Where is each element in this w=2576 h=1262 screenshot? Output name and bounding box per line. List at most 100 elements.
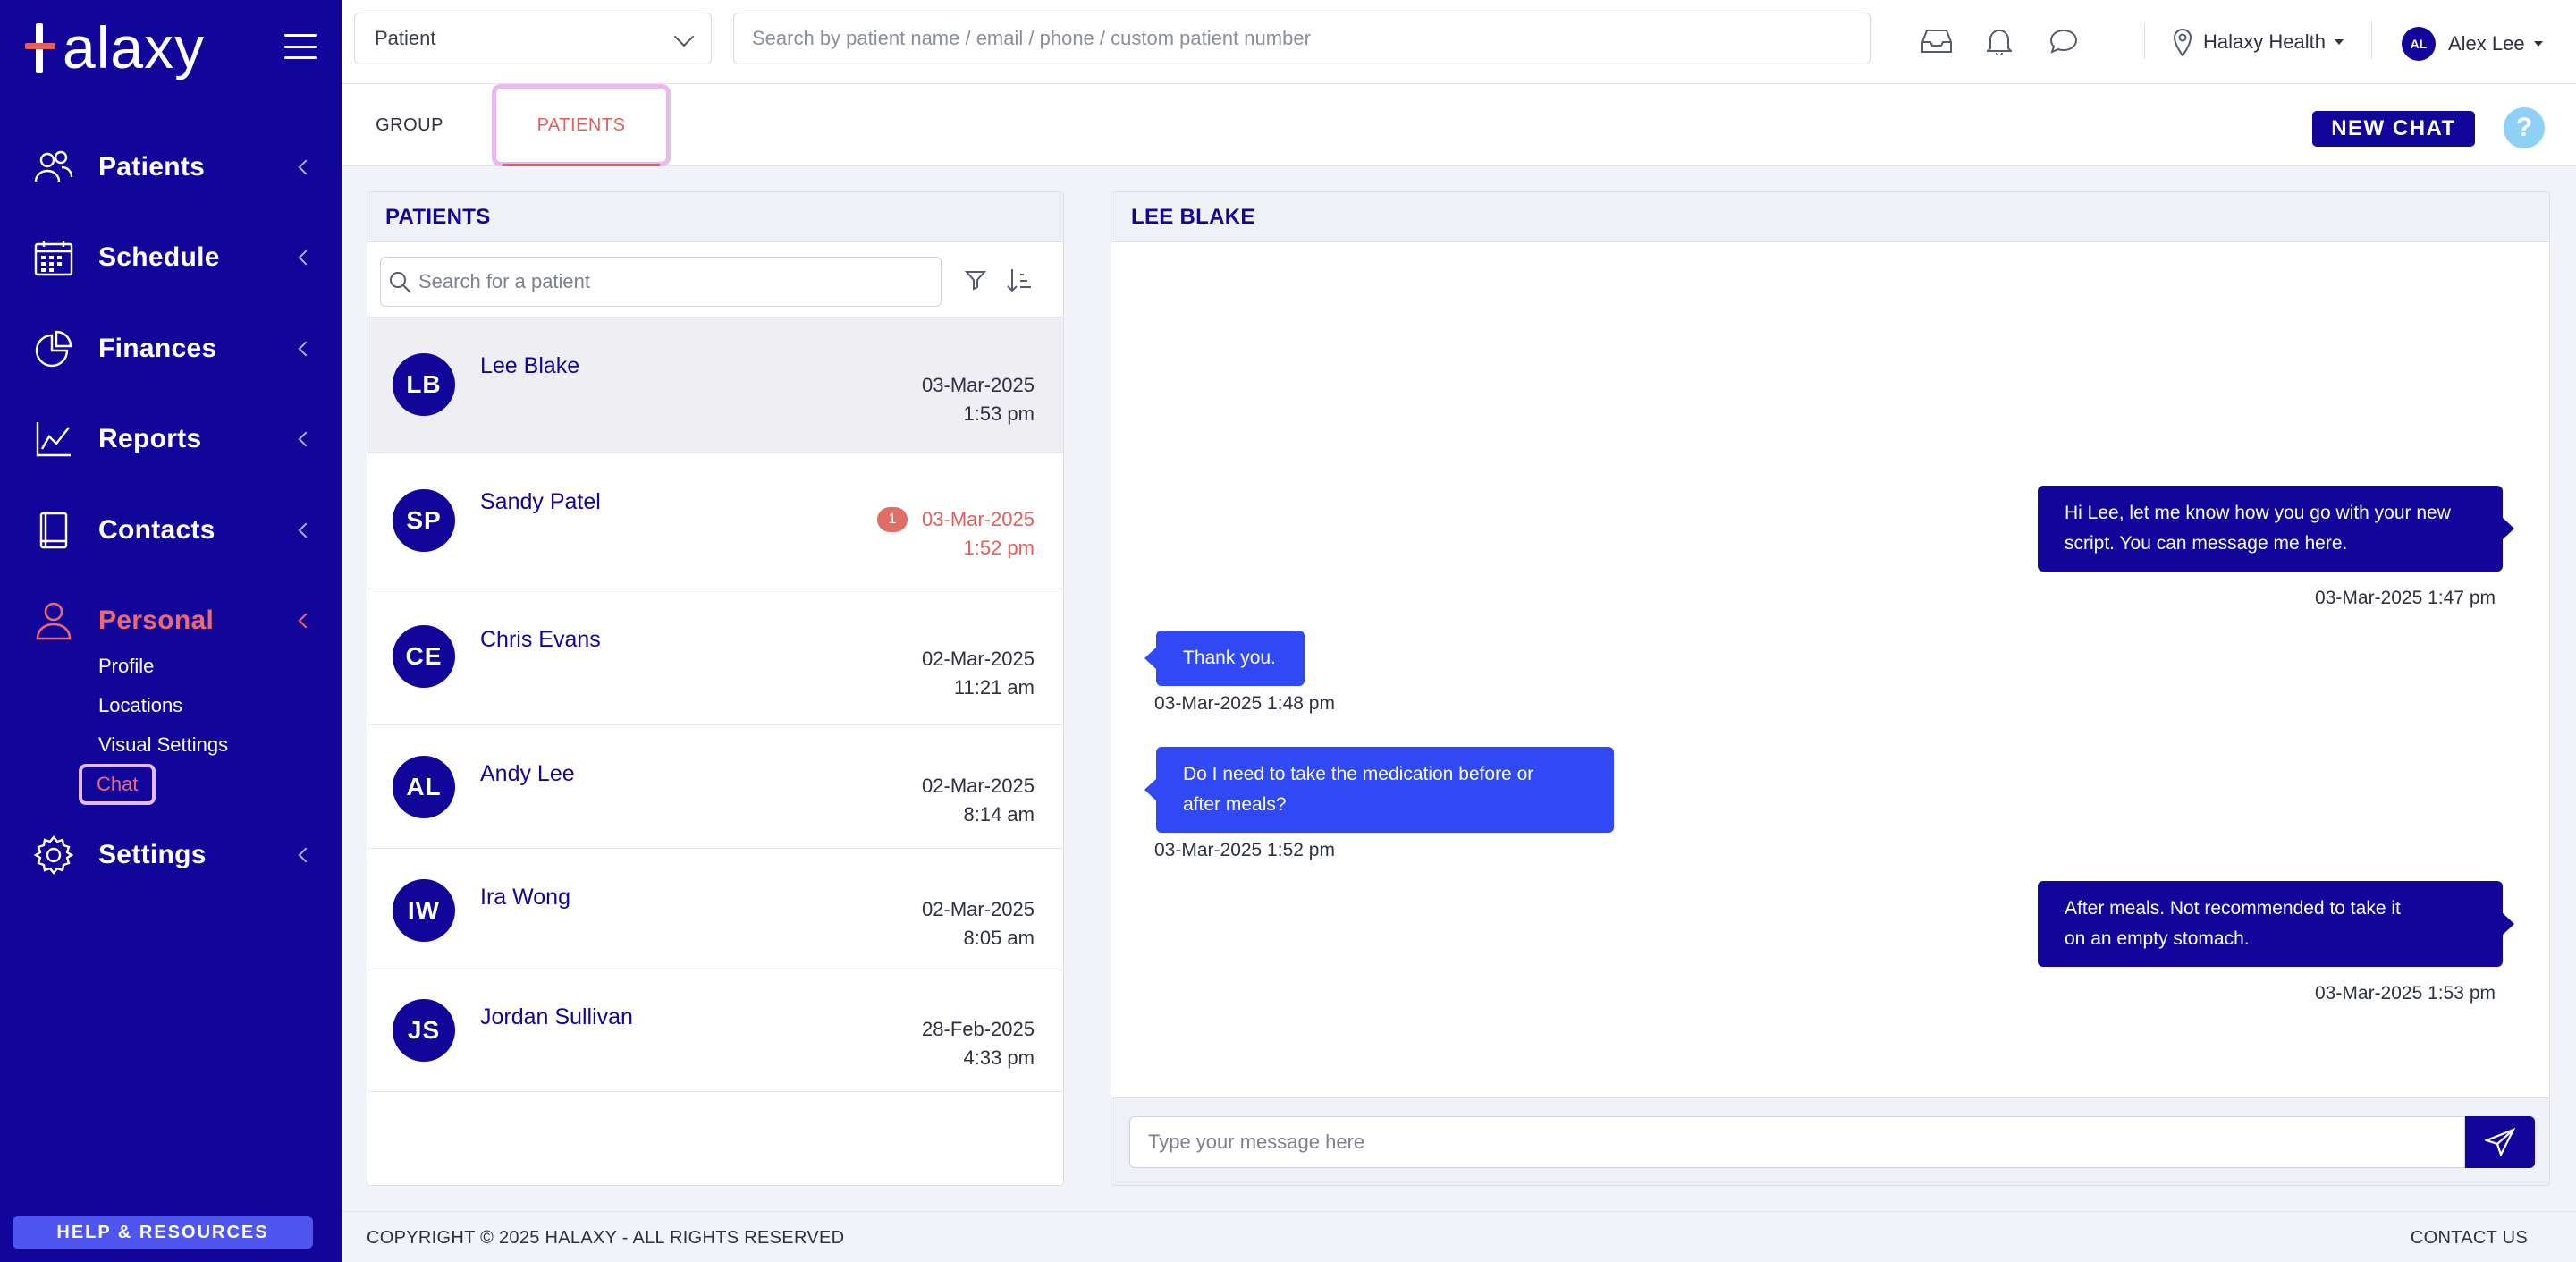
user-menu[interactable]: AL Alex Lee bbox=[2402, 23, 2543, 64]
message-composer bbox=[1111, 1097, 2549, 1185]
avatar: JS bbox=[393, 999, 455, 1062]
chat-panel: LEE BLAKE Hi Lee, let me know how you go… bbox=[1111, 191, 2550, 1186]
pie-chart-icon bbox=[34, 329, 73, 368]
message-timestamp: 03-Mar-2025 1:47 pm bbox=[2315, 588, 2496, 608]
nav-item-schedule[interactable]: Schedule bbox=[0, 213, 342, 304]
contact-us-link[interactable]: CONTACT US bbox=[2411, 1228, 2528, 1249]
inbox-icon[interactable] bbox=[1921, 25, 1953, 57]
personal-subnav: Profile Locations Visual Settings Chat bbox=[0, 647, 342, 805]
avatar: CE bbox=[393, 625, 455, 688]
chat-title: LEE BLAKE bbox=[1111, 192, 2549, 242]
unread-count-badge: 1 bbox=[877, 507, 908, 532]
patient-list: LB Lee Blake 03-Mar-2025 1:53 pm SP Sand… bbox=[367, 318, 1063, 1092]
patient-name: Chris Evans bbox=[480, 627, 601, 652]
copyright-text: COPYRIGHT © 2025 HALAXY - ALL RIGHTS RES… bbox=[367, 1228, 845, 1248]
nav-label: Patients bbox=[98, 151, 206, 182]
patient-name: Ira Wong bbox=[480, 885, 570, 910]
nav-item-reports[interactable]: Reports bbox=[0, 394, 342, 486]
chevron-left-icon bbox=[298, 250, 314, 266]
nav-label: Personal bbox=[98, 606, 215, 636]
location-name: Halaxy Health bbox=[2203, 30, 2326, 53]
subnav-item-visual-settings[interactable]: Visual Settings bbox=[98, 725, 342, 765]
bell-icon[interactable] bbox=[1983, 25, 2015, 57]
last-message-time: 02-Mar-2025 8:05 am bbox=[922, 895, 1035, 953]
patient-row-lee-blake[interactable]: LB Lee Blake 03-Mar-2025 1:53 pm bbox=[367, 318, 1063, 453]
caret-down-icon bbox=[2533, 41, 2543, 47]
chevron-down-icon bbox=[673, 26, 695, 47]
location-switcher[interactable]: Halaxy Health bbox=[2173, 21, 2344, 63]
last-message-date: 02-Mar-2025 bbox=[922, 775, 1035, 797]
sidebar: alaxy Patients Schedule Finances Reports… bbox=[0, 0, 342, 1262]
highlight-frame bbox=[492, 84, 671, 166]
nav-item-contacts[interactable]: Contacts bbox=[0, 485, 342, 576]
patients-panel-title: PATIENTS bbox=[367, 192, 1063, 242]
last-message-clock: 4:33 pm bbox=[963, 1046, 1035, 1069]
patient-row-ira-wong[interactable]: IW Ira Wong 02-Mar-2025 8:05 am bbox=[367, 849, 1063, 970]
user-name: Alex Lee bbox=[2448, 32, 2525, 55]
nav-item-finances[interactable]: Finances bbox=[0, 303, 342, 394]
message-timestamp: 03-Mar-2025 1:53 pm bbox=[2315, 983, 2496, 1004]
nav-item-settings[interactable]: Settings bbox=[0, 809, 342, 901]
message-line: Thank you. bbox=[1183, 648, 1276, 668]
patient-search-row bbox=[367, 242, 1063, 318]
help-resources-button[interactable]: HELP & RESOURCES bbox=[13, 1216, 313, 1249]
message-outgoing: After meals. Not recommended to take it … bbox=[2038, 881, 2503, 967]
search-type-value: Patient bbox=[375, 27, 436, 49]
message-bubble-icon[interactable] bbox=[2048, 25, 2080, 57]
global-search-input[interactable] bbox=[733, 13, 1871, 64]
nav-label: Finances bbox=[98, 333, 217, 363]
chevron-left-icon bbox=[298, 847, 314, 863]
avatar: IW bbox=[393, 879, 455, 942]
chat-tabs-bar: GROUP PATIENTS NEW CHAT ? bbox=[342, 84, 2576, 166]
last-message-clock: 11:21 am bbox=[953, 676, 1035, 699]
sort-icon[interactable] bbox=[1006, 267, 1033, 292]
message-outgoing: Hi Lee, let me know how you go with your… bbox=[2038, 486, 2503, 572]
last-message-date: 03-Mar-2025 bbox=[922, 508, 1035, 530]
address-book-icon bbox=[34, 511, 73, 550]
subnav-item-locations[interactable]: Locations bbox=[98, 686, 342, 725]
main-nav: Patients Schedule Finances Reports Conta… bbox=[0, 122, 342, 901]
calendar-icon bbox=[34, 238, 73, 277]
tab-group[interactable]: GROUP bbox=[374, 84, 445, 166]
subnav-label: Locations bbox=[98, 694, 183, 716]
halaxy-logo[interactable]: alaxy bbox=[25, 16, 205, 79]
nav-label: Settings bbox=[98, 839, 207, 869]
hamburger-menu-icon[interactable] bbox=[284, 34, 317, 59]
search-type-select[interactable]: Patient bbox=[354, 13, 712, 64]
last-message-date: 03-Mar-2025 bbox=[922, 374, 1035, 396]
last-message-date: 28-Feb-2025 bbox=[922, 1018, 1035, 1040]
caret-down-icon bbox=[2334, 39, 2344, 45]
patient-search-input[interactable] bbox=[380, 257, 942, 307]
nav-label: Schedule bbox=[98, 242, 220, 273]
chevron-left-icon bbox=[298, 522, 314, 538]
message-line: Do I need to take the medication before … bbox=[1183, 764, 1534, 784]
divider bbox=[2371, 23, 2372, 59]
tab-patients[interactable]: PATIENTS bbox=[492, 84, 671, 166]
filter-icon[interactable] bbox=[965, 269, 986, 291]
last-message-clock: 1:53 pm bbox=[963, 402, 1035, 425]
nav-item-personal[interactable]: Personal bbox=[0, 576, 342, 667]
footer: COPYRIGHT © 2025 HALAXY - ALL RIGHTS RES… bbox=[342, 1211, 2576, 1262]
message-input[interactable] bbox=[1129, 1116, 2465, 1168]
last-message-clock: 8:14 am bbox=[963, 803, 1035, 826]
patient-row-chris-evans[interactable]: CE Chris Evans 02-Mar-2025 11:21 am bbox=[367, 589, 1063, 725]
chevron-left-icon bbox=[298, 159, 314, 175]
avatar: LB bbox=[393, 353, 455, 416]
last-message-time: 28-Feb-2025 4:33 pm bbox=[922, 1015, 1035, 1072]
new-chat-button[interactable]: NEW CHAT bbox=[2312, 111, 2475, 147]
help-icon[interactable]: ? bbox=[2504, 107, 2545, 148]
nav-item-patients[interactable]: Patients bbox=[0, 122, 342, 213]
send-button[interactable] bbox=[2465, 1116, 2535, 1168]
last-message-clock: 1:52 pm bbox=[963, 537, 1035, 559]
last-message-time: 02-Mar-2025 8:14 am bbox=[922, 772, 1035, 829]
last-message-time: 02-Mar-2025 11:21 am bbox=[922, 645, 1035, 702]
avatar: AL bbox=[2402, 27, 2436, 61]
avatar: AL bbox=[393, 756, 455, 818]
divider bbox=[2144, 23, 2145, 59]
message-timestamp: 03-Mar-2025 1:48 pm bbox=[1154, 693, 1335, 714]
send-icon bbox=[2485, 1128, 2515, 1156]
patient-row-sandy-patel[interactable]: SP Sandy Patel 1 03-Mar-2025 1:52 pm bbox=[367, 453, 1063, 589]
patient-row-andy-lee[interactable]: AL Andy Lee 02-Mar-2025 8:14 am bbox=[367, 725, 1063, 849]
patient-row-jordan-sullivan[interactable]: JS Jordan Sullivan 28-Feb-2025 4:33 pm bbox=[367, 970, 1063, 1092]
subnav-item-chat[interactable]: Chat bbox=[79, 764, 342, 805]
